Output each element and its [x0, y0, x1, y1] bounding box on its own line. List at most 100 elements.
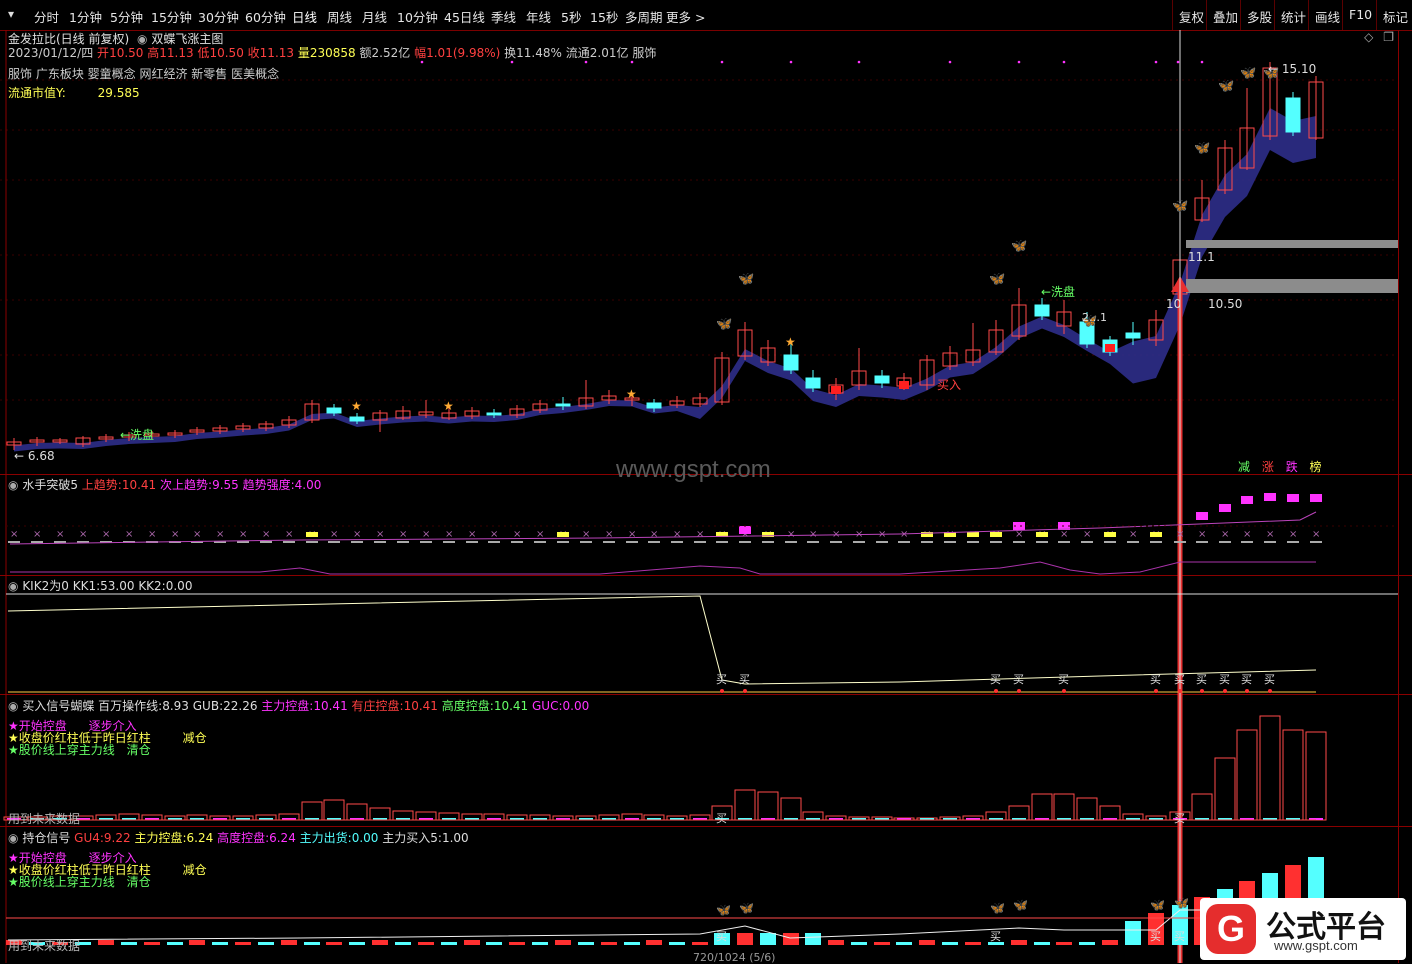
- main-control-value: 10.41: [313, 699, 348, 713]
- signal-dot: [1200, 60, 1204, 64]
- trend-bar-magenta: [1219, 504, 1231, 512]
- buy-mark: 买: [1150, 673, 1161, 686]
- holding-bar: [258, 942, 274, 945]
- tag-rank[interactable]: 榜: [1310, 460, 1322, 474]
- holding-bar: [555, 940, 571, 945]
- histogram-bar: [1236, 729, 1258, 821]
- holding-bar: [418, 942, 434, 945]
- trend-bar-magenta: [1264, 493, 1276, 501]
- buy-mark: 买: [1174, 812, 1185, 825]
- panel5-name[interactable]: 持仓信号: [22, 831, 70, 845]
- candle-body: [874, 375, 890, 384]
- holding-bar: [212, 942, 228, 945]
- buy-mark: 买: [990, 930, 1001, 943]
- holding-bar: [669, 942, 685, 945]
- butterfly-icon: 🦋: [989, 272, 1005, 287]
- tag-fall[interactable]: 跌: [1286, 460, 1298, 474]
- high-control-label: 高度控盘:: [441, 699, 494, 713]
- gub-label: GUB:: [192, 699, 224, 713]
- bar-date: 2023/01/12/四: [8, 46, 94, 60]
- holding-bar: [304, 942, 320, 945]
- holding-bar: [783, 933, 799, 945]
- histogram-bar: [1259, 715, 1281, 821]
- histogram-bar: [323, 799, 345, 821]
- signal-dot: [1154, 60, 1158, 64]
- butterfly-icon: 🦋: [738, 272, 754, 287]
- tag-rise[interactable]: 涨: [1262, 460, 1274, 474]
- signal-dot: [420, 60, 424, 64]
- holding-bar: [98, 940, 114, 945]
- restore-icon[interactable]: ❐: [1383, 30, 1394, 44]
- gu4-label: GU4:: [74, 831, 104, 845]
- cross-mark: ×: [148, 529, 156, 540]
- cross-mark: ×: [1060, 529, 1068, 540]
- trend-tick: [1264, 541, 1276, 543]
- cross-mark: ×: [399, 529, 407, 540]
- holding-bar: [235, 942, 251, 945]
- histogram-bar: [1191, 793, 1213, 821]
- turn-label: 换: [504, 46, 517, 60]
- signal-dot: [510, 60, 514, 64]
- kk2-value: 0.00: [165, 579, 193, 593]
- panel3-name[interactable]: KIK2为0: [22, 579, 69, 593]
- wash-label: ←洗盘: [1041, 285, 1076, 299]
- buy-mark: 买: [739, 673, 750, 686]
- cross-mark: ×: [33, 529, 41, 540]
- close-label: 收: [247, 46, 260, 60]
- collapse-icon[interactable]: ◉: [8, 579, 18, 593]
- concepts-row: 服饰 广东板块 婴童概念 网红经济 新零售 医美概念: [8, 67, 280, 81]
- buy-mark: 买: [716, 930, 727, 943]
- buy-dot: [1154, 689, 1158, 693]
- main-control-label: 主力控盘:: [261, 699, 314, 713]
- trend-tick: [739, 541, 751, 543]
- high-control-value: 10.41: [493, 699, 529, 713]
- trend-tick: [648, 541, 660, 543]
- panel4-name[interactable]: 买入信号蝴蝶: [22, 699, 94, 713]
- candle-body-red: [1105, 344, 1115, 352]
- main-buy-label: 主力买入5:: [382, 831, 442, 845]
- trend-tick: [466, 541, 478, 543]
- diamond-icon[interactable]: ◇: [1364, 30, 1373, 44]
- signal-dot: [1017, 60, 1021, 64]
- cross-mark: ×: [262, 529, 270, 540]
- signal-dot: [857, 60, 861, 64]
- cross-mark: ×: [422, 529, 430, 540]
- histogram-bar: [1099, 805, 1121, 821]
- cross-mark: ×: [171, 529, 179, 540]
- holding-bar: [486, 942, 502, 945]
- trend-tick: [306, 541, 318, 543]
- guc-value: 0.00: [562, 699, 590, 713]
- histogram-bar: [1053, 793, 1075, 821]
- amt-value: 2.52亿: [371, 46, 411, 60]
- trend-bar-yellow: [1150, 532, 1162, 537]
- holding-bar: [1102, 940, 1118, 945]
- high-control-label: 高度控盘:: [217, 831, 270, 845]
- cross-mark: ×: [1176, 529, 1184, 540]
- tag-decrease[interactable]: 减: [1238, 460, 1250, 474]
- butterfly-icon: 🦋: [739, 901, 754, 915]
- signal-dot: [720, 60, 724, 64]
- trend-bar-yellow: [557, 532, 569, 537]
- low-label: 低: [197, 46, 210, 60]
- candle-body: [1125, 332, 1141, 339]
- cross-mark: ×: [650, 529, 658, 540]
- collapse-icon[interactable]: ◉: [8, 831, 18, 845]
- gu4-value: 9.22: [103, 831, 131, 845]
- buy-mark: 买: [1013, 673, 1024, 686]
- holding-bar: [1125, 921, 1141, 945]
- panel2-name[interactable]: 水手突破5: [22, 478, 78, 492]
- trend-tick: [420, 541, 432, 543]
- butterfly-icon: 🦋: [1011, 239, 1027, 254]
- band-value: 11.1: [1188, 250, 1215, 264]
- histogram-bar: [1305, 731, 1327, 821]
- collapse-icon[interactable]: ◉: [8, 699, 18, 713]
- holding-bar: [965, 942, 981, 945]
- chg-label: 幅: [414, 46, 427, 60]
- candle-body-red: [831, 386, 841, 394]
- collapse-icon[interactable]: ◉: [8, 478, 18, 492]
- buy-mark: 买: [716, 812, 727, 825]
- holding-bar: [1079, 942, 1095, 945]
- candle-body: [1285, 97, 1301, 133]
- holding-bar: [942, 942, 958, 945]
- butterfly-icon: 🦋: [1174, 896, 1189, 910]
